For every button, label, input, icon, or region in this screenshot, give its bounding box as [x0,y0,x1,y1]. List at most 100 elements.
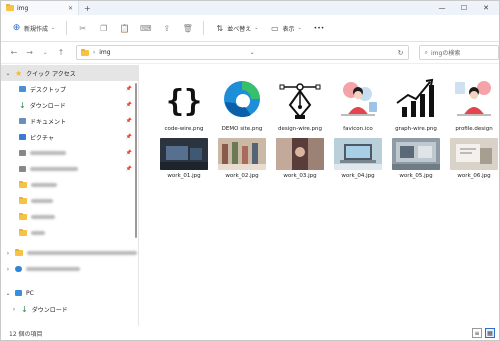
sidebar-item-onedrive[interactable]: › [1,261,138,277]
file-item[interactable]: work_06.jpg [445,138,500,179]
sidebar-item-quick-access[interactable]: ⌄ ★ クイック アクセス [1,65,138,81]
file-item[interactable]: work_02.jpg [213,138,271,179]
paste-button[interactable]: 📋 [115,19,134,37]
chevron-down-icon[interactable]: ⌄ [38,46,52,60]
file-item[interactable]: design-wire.png [271,75,329,132]
file-name: work_02.jpg [225,173,259,179]
file-item[interactable]: graph-wire.png [387,75,445,132]
file-item[interactable]: DEMO site.png [213,75,271,132]
folder-icon [19,229,27,236]
copy-icon: ❐ [100,23,108,33]
file-grid: {} code-wire.png DEMO site.png design-wi… [155,75,500,179]
sidebar-item-documents[interactable]: ドキュメント 📌 [1,113,138,129]
file-item[interactable]: favicon.ico [329,75,387,132]
file-item[interactable]: profile.design [445,75,500,132]
tab-title: img [17,4,29,12]
sidebar-item-redacted[interactable] [1,225,138,241]
chevron-right-icon: › [92,49,96,56]
more-button[interactable]: ••• [309,19,330,37]
photo-icon [160,138,208,170]
sidebar-scrollbar[interactable] [135,83,137,238]
document-icon [19,118,26,124]
sidebar-item-downloads[interactable]: ↓ ダウンロード 📌 [1,97,138,113]
woman-illustration-icon [334,75,382,123]
sidebar-item-redacted[interactable]: › [1,245,138,261]
list-icon: ≡ [474,329,480,337]
sort-icon: ⇅ [216,23,224,33]
copy-button[interactable]: ❐ [94,19,113,37]
delete-button[interactable]: 🗑 [178,19,197,37]
view-button[interactable]: ▭ 表示 ⌄ [265,19,306,37]
sidebar-item-pc-downloads[interactable]: › ↓ ダウンロード [1,301,138,317]
large-icons-view-button[interactable]: ▦ [485,328,495,338]
clipboard-icon: 📋 [119,23,130,33]
sidebar-item-pc[interactable]: ⌄ PC [1,285,138,301]
address-bar[interactable]: › img ⌄ ↻ [75,45,409,60]
cloud-icon [15,266,22,272]
file-name: favicon.ico [343,126,373,132]
sidebar-item-redacted[interactable]: 📌 [1,145,138,161]
file-explorer-window: img ✕ + — ☐ ✕ ⊕ 新規作成 ⌄ ✂ ❐ 📋 ⌨ ⇪ 🗑 ⇅ 並べ替… [0,0,500,341]
details-view-button[interactable]: ≡ [472,328,482,338]
tab-img[interactable]: img ✕ [1,1,79,15]
file-name: work_05.jpg [399,173,433,179]
file-item[interactable]: work_03.jpg [271,138,329,179]
sidebar-item-redacted[interactable] [1,193,138,209]
back-arrow-icon[interactable]: ← [7,46,21,60]
folder-icon [6,4,14,11]
sidebar-item-redacted[interactable] [1,177,138,193]
sort-button-label: 並べ替え [227,25,252,33]
main-area: ⌄ ★ クイック アクセス デスクトップ 📌 ↓ ダウンロード 📌 ドキュメント… [1,65,499,326]
maximize-button[interactable]: ☐ [453,1,475,15]
chevron-down-icon: ⌄ [254,25,259,31]
folder-icon [19,213,27,220]
file-item[interactable]: work_05.jpg [387,138,445,179]
desktop-icon [19,86,26,92]
sidebar-item-redacted[interactable]: 📌 [1,161,138,177]
photo-icon [450,138,498,170]
star-icon: ★ [15,68,23,78]
edge-logo-icon [218,75,266,123]
rename-icon: ⌨ [139,23,152,33]
forward-arrow-icon[interactable]: → [23,46,37,60]
chevron-down-icon: ⌄ [297,25,302,31]
new-button[interactable]: ⊕ 新規作成 ⌄ [7,19,60,37]
chevron-right-icon: › [12,305,16,313]
file-item[interactable]: work_01.jpg [155,138,213,179]
cut-button[interactable]: ✂ [73,19,92,37]
sort-button[interactable]: ⇅ 並べ替え ⌄ [210,19,263,37]
sidebar-item-label: ピクチャ [30,134,54,142]
growth-chart-icon [392,75,440,123]
file-name: graph-wire.png [395,126,437,132]
chevron-down-icon[interactable]: ⌄ [250,49,255,56]
search-input[interactable]: ⌕ imgの検索 [418,45,500,60]
refresh-icon[interactable]: ↻ [394,49,408,57]
tab-close-icon[interactable]: ✕ [68,5,73,12]
pin-icon: 📌 [125,86,132,92]
file-item[interactable]: work_04.jpg [329,138,387,179]
minimize-button[interactable]: — [431,1,453,15]
rename-button[interactable]: ⌨ [136,19,155,37]
close-button[interactable]: ✕ [475,1,497,15]
drive-icon [19,166,26,172]
up-arrow-icon[interactable]: ↑ [54,46,68,60]
file-name: design-wire.png [278,126,322,132]
pin-icon: 📌 [125,134,132,140]
sidebar-item-desktop[interactable]: デスクトップ 📌 [1,81,138,97]
sidebar-item-label: デスクトップ [30,86,67,94]
sidebar-item-redacted[interactable] [1,209,138,225]
woman-illustration-icon [450,75,498,123]
sidebar-item-pictures[interactable]: ピクチャ 📌 [1,129,138,145]
photo-icon [218,138,266,170]
file-item[interactable]: {} code-wire.png [155,75,213,132]
search-icon: ⌕ [424,48,428,56]
file-name: profile.design [455,126,493,132]
redacted-label [31,199,53,203]
title-bar: img ✕ + — ☐ ✕ [1,1,499,15]
share-button[interactable]: ⇪ [157,19,176,37]
folder-icon [19,197,27,204]
new-tab-button[interactable]: + [84,4,91,13]
quick-access-label: クイック アクセス [26,70,76,78]
photo-icon [276,138,324,170]
redacted-label [31,215,55,219]
